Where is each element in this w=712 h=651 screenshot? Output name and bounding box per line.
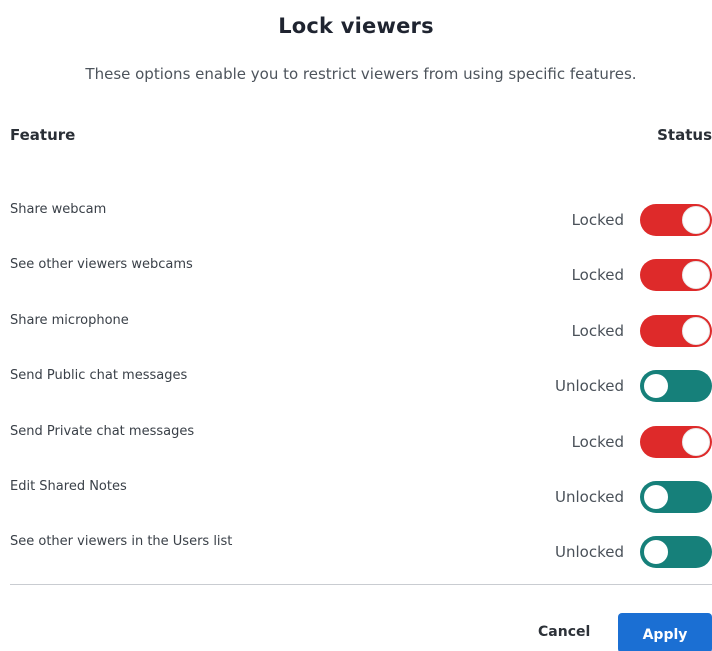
status-text: Locked bbox=[571, 433, 624, 451]
status-column-header: Status bbox=[657, 126, 712, 144]
feature-label: Share webcam bbox=[10, 202, 107, 217]
status-text: Unlocked bbox=[555, 488, 624, 506]
toggle-knob bbox=[642, 538, 670, 566]
toggle-knob bbox=[682, 317, 710, 345]
feature-label: Send Private chat messages bbox=[10, 424, 195, 439]
lock-toggle-see-other-viewers-webcams[interactable] bbox=[640, 259, 712, 291]
row-send-public-chat: Send Public chat messages Unlocked bbox=[10, 366, 712, 406]
row-see-viewers-users-list: See other viewers in the Users list Unlo… bbox=[10, 532, 712, 572]
row-share-webcam: Share webcam Locked bbox=[10, 200, 712, 240]
lock-toggle-see-viewers-users-list[interactable] bbox=[640, 536, 712, 568]
lock-toggle-send-private-chat[interactable] bbox=[640, 426, 712, 458]
toggle-knob bbox=[682, 206, 710, 234]
row-edit-shared-notes: Edit Shared Notes Unlocked bbox=[10, 477, 712, 517]
lock-toggle-share-microphone[interactable] bbox=[640, 315, 712, 347]
dialog-title: Lock viewers bbox=[278, 14, 434, 38]
lock-toggle-edit-shared-notes[interactable] bbox=[640, 481, 712, 513]
feature-label: Edit Shared Notes bbox=[10, 479, 127, 494]
feature-label: Send Public chat messages bbox=[10, 368, 188, 383]
lock-viewers-dialog: Lock viewers These options enable you to… bbox=[0, 0, 712, 651]
footer-divider bbox=[10, 584, 712, 585]
row-send-private-chat: Send Private chat messages Locked bbox=[10, 422, 712, 462]
status-text: Locked bbox=[571, 266, 624, 284]
toggle-knob bbox=[642, 372, 670, 400]
apply-button[interactable]: Apply bbox=[618, 613, 712, 651]
toggle-knob bbox=[682, 428, 710, 456]
cancel-button[interactable]: Cancel bbox=[538, 624, 590, 640]
dialog-subtitle: These options enable you to restrict vie… bbox=[85, 65, 637, 83]
toggle-knob bbox=[642, 483, 670, 511]
row-share-microphone: Share microphone Locked bbox=[10, 311, 712, 351]
status-text: Locked bbox=[571, 322, 624, 340]
lock-toggle-share-webcam[interactable] bbox=[640, 204, 712, 236]
status-text: Unlocked bbox=[555, 377, 624, 395]
feature-label: Share microphone bbox=[10, 313, 129, 328]
feature-label: See other viewers webcams bbox=[10, 257, 193, 272]
status-text: Unlocked bbox=[555, 543, 624, 561]
lock-toggle-send-public-chat[interactable] bbox=[640, 370, 712, 402]
status-text: Locked bbox=[571, 211, 624, 229]
row-see-other-viewers-webcams: See other viewers webcams Locked bbox=[10, 255, 712, 295]
feature-column-header: Feature bbox=[10, 126, 76, 144]
feature-label: See other viewers in the Users list bbox=[10, 534, 233, 549]
toggle-knob bbox=[682, 261, 710, 289]
